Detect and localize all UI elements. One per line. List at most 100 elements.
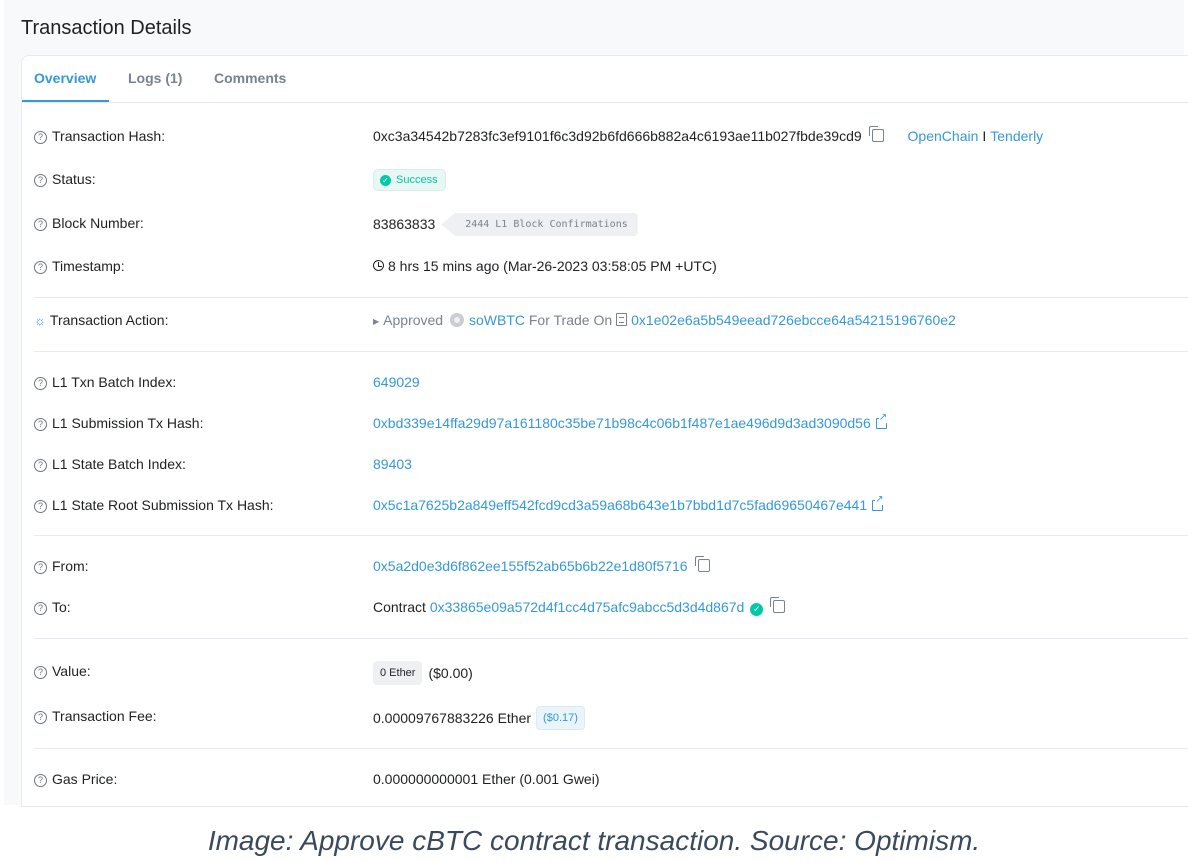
label-text: L1 State Batch Index: bbox=[52, 456, 186, 472]
page-title: Transaction Details bbox=[21, 17, 192, 39]
lightbulb-icon: ☼ bbox=[34, 313, 46, 328]
value-status: ✓ Success bbox=[373, 169, 446, 193]
row-from: ? From: 0x5a2d0e3d6f862ee155f52ab65b6b22e… bbox=[22, 556, 1188, 580]
value-transaction-fee: 0.00009767883226 Ether ($0.17) bbox=[373, 706, 585, 732]
question-icon[interactable]: ? bbox=[34, 561, 47, 574]
label-text: From: bbox=[52, 558, 89, 574]
status-text: Success bbox=[396, 174, 438, 186]
document-icon bbox=[616, 313, 628, 326]
label-value: ? Value: bbox=[34, 663, 91, 679]
token-link[interactable]: soWBTC bbox=[469, 312, 525, 328]
value-to: Contract 0x33865e09a572d4f1cc4d75afc9abc… bbox=[373, 597, 786, 616]
label-text: Transaction Action: bbox=[49, 312, 169, 328]
copy-icon[interactable] bbox=[868, 126, 884, 142]
confirmations-badge: 2444 L1 Block Confirmations bbox=[441, 213, 638, 236]
value-from: 0x5a2d0e3d6f862ee155f52ab65b6b22e1d80f57… bbox=[373, 556, 710, 574]
label-text: L1 State Root Submission Tx Hash: bbox=[52, 497, 274, 513]
gas-price-text: 0.000000000001 Ether (0.001 Gwei) bbox=[373, 771, 600, 787]
label-text: To: bbox=[52, 599, 71, 615]
tab-overview[interactable]: Overview bbox=[34, 70, 96, 86]
row-gas-price: ? Gas Price: 0.000000000001 Ether (0.001 … bbox=[22, 769, 1188, 793]
label-text: Block Number: bbox=[52, 215, 144, 231]
row-value: ? Value: 0 Ether ($0.00) bbox=[22, 661, 1188, 685]
row-transaction-fee: ? Transaction Fee: 0.00009767883226 Ether… bbox=[22, 706, 1188, 730]
transaction-hash: 0xc3a34542b7283fc3ef9101f6c3d92b6fd666b8… bbox=[373, 128, 862, 144]
question-icon[interactable]: ? bbox=[34, 418, 47, 431]
label-l1-submission-hash: ? L1 Submission Tx Hash: bbox=[34, 415, 203, 431]
tab-logs[interactable]: Logs (1) bbox=[128, 70, 182, 86]
copy-icon[interactable] bbox=[694, 556, 710, 572]
clock-icon bbox=[373, 260, 384, 271]
fee-usd-badge: ($0.17) bbox=[536, 706, 585, 730]
openchain-link[interactable]: OpenChain bbox=[908, 128, 979, 144]
label-block-number: ? Block Number: bbox=[34, 215, 144, 231]
label-text: Transaction Hash: bbox=[52, 128, 166, 144]
question-icon[interactable]: ? bbox=[34, 131, 47, 144]
copy-icon[interactable] bbox=[770, 597, 786, 613]
label-transaction-hash: ? Transaction Hash: bbox=[34, 128, 165, 144]
divider bbox=[34, 748, 1188, 749]
question-icon[interactable]: ? bbox=[34, 500, 47, 513]
value-timestamp: 8 hrs 15 mins ago (Mar-26-2023 03:58:05 … bbox=[373, 258, 717, 274]
question-icon[interactable]: ? bbox=[34, 218, 47, 231]
tab-comments[interactable]: Comments bbox=[214, 70, 286, 86]
question-icon[interactable]: ? bbox=[34, 174, 47, 187]
status-badge: ✓ Success bbox=[373, 169, 446, 191]
value-l1-state-batch-index: 89403 bbox=[373, 456, 412, 472]
label-text: Timestamp: bbox=[52, 258, 125, 274]
value-transaction-hash: 0xc3a34542b7283fc3ef9101f6c3d92b6fd666b8… bbox=[373, 126, 1043, 144]
row-transaction-action: ☼ Transaction Action: ▶ Approved soWBTC Fo… bbox=[22, 310, 1188, 334]
timestamp-text: 8 hrs 15 mins ago (Mar-26-2023 03:58:05 … bbox=[388, 258, 717, 274]
divider bbox=[34, 638, 1188, 639]
tenderly-link[interactable]: Tenderly bbox=[990, 128, 1043, 144]
divider bbox=[34, 297, 1188, 298]
image-caption: Image: Approve cBTC contract transaction… bbox=[207, 825, 981, 856]
value-l1-txn-batch-index: 649029 bbox=[373, 374, 420, 390]
label-text: Value: bbox=[52, 663, 91, 679]
label-to: ? To: bbox=[34, 599, 71, 615]
row-l1-txn-batch-index: ? L1 Txn Batch Index: 649029 bbox=[22, 372, 1188, 396]
question-icon[interactable]: ? bbox=[34, 774, 47, 787]
label-l1-state-root-hash: ? L1 State Root Submission Tx Hash: bbox=[34, 497, 274, 513]
label-text: L1 Submission Tx Hash: bbox=[52, 415, 204, 431]
row-l1-submission-hash: ? L1 Submission Tx Hash: 0xbd339e14ffa29d… bbox=[22, 413, 1188, 437]
value-usd: ($0.00) bbox=[428, 665, 473, 681]
to-address-link[interactable]: 0x33865e09a572d4f1cc4d75afc9abcc5d3d4d86… bbox=[430, 599, 745, 615]
row-block-number: ? Block Number: 83863833 2444 L1 Block Co… bbox=[22, 213, 1188, 237]
label-transaction-fee: ? Transaction Fee: bbox=[34, 708, 157, 724]
label-gas-price: ? Gas Price: bbox=[34, 771, 117, 787]
caret-right-icon[interactable]: ▶ bbox=[373, 317, 379, 326]
l1-state-root-link[interactable]: 0x5c1a7625b2a849eff542fcd9cd3a59a68b643e… bbox=[373, 497, 867, 513]
verified-icon: ✓ bbox=[750, 603, 764, 616]
question-icon[interactable]: ? bbox=[34, 602, 47, 615]
action-middle-text: For Trade On bbox=[528, 312, 613, 328]
l1-batch-index-link[interactable]: 649029 bbox=[373, 374, 420, 390]
question-icon[interactable]: ? bbox=[34, 711, 47, 724]
token-icon bbox=[449, 313, 464, 327]
question-icon[interactable]: ? bbox=[34, 459, 47, 472]
l1-state-index-link[interactable]: 89403 bbox=[373, 456, 412, 472]
label-text: L1 Txn Batch Index: bbox=[52, 374, 177, 390]
question-icon[interactable]: ? bbox=[34, 377, 47, 390]
label-l1-txn-batch-index: ? L1 Txn Batch Index: bbox=[34, 374, 176, 390]
fee-amount: 0.00009767883226 Ether bbox=[373, 710, 532, 726]
details-card: Overview Logs (1) Comments ? Transaction … bbox=[21, 55, 1188, 807]
value-l1-submission-hash: 0xbd339e14ffa29d97a161180c35be71b98c4c06… bbox=[373, 413, 888, 431]
value-l1-state-root-hash: 0x5c1a7625b2a849eff542fcd9cd3a59a68b643e… bbox=[373, 495, 884, 513]
question-icon[interactable]: ? bbox=[34, 261, 47, 274]
action-address-link[interactable]: 0x1e02e6a5b549eead726ebcce64a54215196760… bbox=[631, 312, 956, 328]
row-timestamp: ? Timestamp: 8 hrs 15 mins ago (Mar-26-20… bbox=[22, 256, 1188, 280]
row-to: ? To: Contract 0x33865e09a572d4f1cc4d75af… bbox=[22, 597, 1188, 621]
external-link-icon[interactable] bbox=[872, 495, 884, 511]
contract-prefix: Contract bbox=[373, 599, 426, 615]
active-tab-indicator bbox=[22, 100, 109, 102]
external-link-icon[interactable] bbox=[875, 413, 888, 429]
l1-submission-link[interactable]: 0xbd339e14ffa29d97a161180c35be71b98c4c06… bbox=[373, 415, 871, 431]
question-icon[interactable]: ? bbox=[34, 666, 47, 679]
value-transaction-action: ▶ Approved soWBTC For Trade On 0x1e02e6a5b… bbox=[373, 312, 956, 328]
label-text: Status: bbox=[52, 171, 96, 187]
label-timestamp: ? Timestamp: bbox=[34, 258, 125, 274]
from-address-link[interactable]: 0x5a2d0e3d6f862ee155f52ab65b6b22e1d80f57… bbox=[373, 558, 688, 574]
ether-badge: 0 Ether bbox=[373, 661, 423, 685]
label-status: ? Status: bbox=[34, 171, 96, 187]
